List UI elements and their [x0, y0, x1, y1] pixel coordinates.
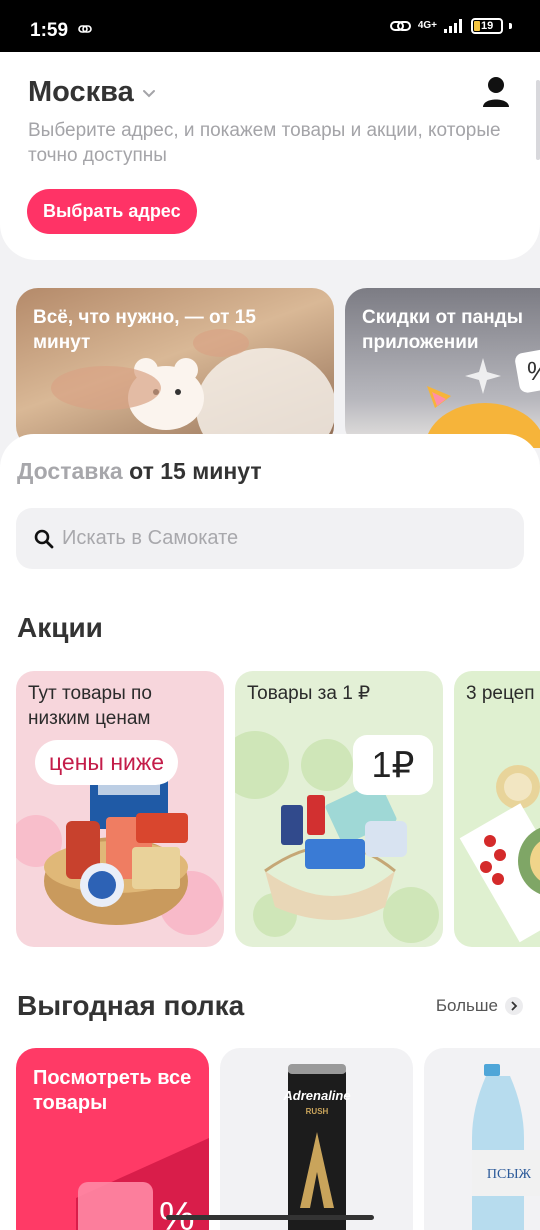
battery-level: 19: [481, 20, 494, 32]
status-bar: 1:59 4G+ 19: [0, 0, 540, 52]
select-address-button[interactable]: Выбрать адрес: [27, 189, 197, 234]
product-brand-sub: RUSH: [306, 1107, 329, 1116]
see-all-products-card[interactable]: % Посмотреть все товары: [16, 1048, 209, 1230]
promo-banner-delivery[interactable]: Всё, что нужно, — от 15 минут: [16, 288, 334, 448]
product-brand-label: ПСЫЖ: [487, 1167, 532, 1182]
recipe-image: [459, 765, 540, 943]
city-selector[interactable]: Москва: [28, 76, 156, 109]
shelf-more-link[interactable]: Больше: [436, 996, 523, 1016]
delivery-label: Доставка: [17, 458, 123, 484]
one-ruble-basket-image: [235, 731, 439, 943]
status-right: 4G+ 19: [389, 18, 512, 34]
action-card-low-prices[interactable]: Тут товары по низким ценам цены ниже: [16, 671, 224, 947]
address-header: Москва Выберите адрес, и покажем товары …: [0, 52, 540, 260]
action-card-recipes[interactable]: 3 рецеп и скидк: [454, 671, 540, 947]
chevron-right-icon: [505, 997, 523, 1015]
promo-title: Всё, что нужно, — от 15 минут: [33, 307, 256, 353]
delivery-eta: от 15 минут: [129, 458, 262, 484]
search-input[interactable]: [62, 527, 482, 550]
main-sheet: Доставка от 15 минут Акции: [0, 434, 540, 1230]
chevron-down-icon: [142, 89, 155, 97]
more-label: Больше: [435, 996, 498, 1015]
signal-icon: [444, 19, 462, 33]
search-bar[interactable]: [16, 508, 524, 569]
svg-text:%: %: [527, 356, 540, 386]
promo-banner-panda[interactable]: % Скидки от панды приложении: [345, 288, 540, 448]
action-badge: цены ниже: [35, 740, 179, 785]
product-card-adrenaline[interactable]: Adrenaline RUSH: [220, 1048, 413, 1230]
search-icon: [34, 529, 54, 548]
shelf-card-title: Посмотреть все товары: [33, 1067, 192, 1114]
svg-text:%: %: [159, 1195, 195, 1230]
home-indicator[interactable]: [166, 1215, 374, 1220]
status-time: 1:59: [30, 20, 69, 41]
scrollbar[interactable]: [536, 80, 540, 160]
city-name: Москва: [28, 76, 134, 108]
hotspot-icon: [389, 21, 411, 31]
actions-section-title: Акции: [17, 612, 103, 643]
action-card-title: Тут товары по низким ценам: [28, 683, 152, 729]
action-card-title: 3 рецеп и скидк: [466, 683, 540, 704]
action-card-title: Товары за 1 ₽: [247, 683, 371, 704]
delivery-time: Доставка от 15 минут: [17, 458, 262, 485]
promo-title: Скидки от панды приложении: [362, 307, 523, 353]
energy-drink-image: Adrenaline RUSH: [282, 1064, 351, 1230]
profile-icon[interactable]: [482, 76, 510, 108]
address-hint: Выберите адрес, и покажем товары и акции…: [28, 120, 501, 166]
network-type: 4G+: [417, 20, 437, 31]
app-screen: 1:59 4G+ 19 Москва Выберите адрес, и пок…: [0, 0, 540, 1230]
price-badge: 1₽: [353, 735, 433, 795]
product-card-water[interactable]: ПСЫЖ: [424, 1048, 540, 1230]
battery-icon: 19: [471, 18, 503, 34]
link-icon: [78, 25, 92, 33]
product-brand-label: Adrenaline: [282, 1088, 350, 1103]
water-bottle-image: ПСЫЖ: [472, 1064, 540, 1230]
shelf-section-title: Выгодная полка: [17, 990, 245, 1021]
action-card-1-rub[interactable]: Товары за 1 ₽ 1₽: [235, 671, 443, 947]
